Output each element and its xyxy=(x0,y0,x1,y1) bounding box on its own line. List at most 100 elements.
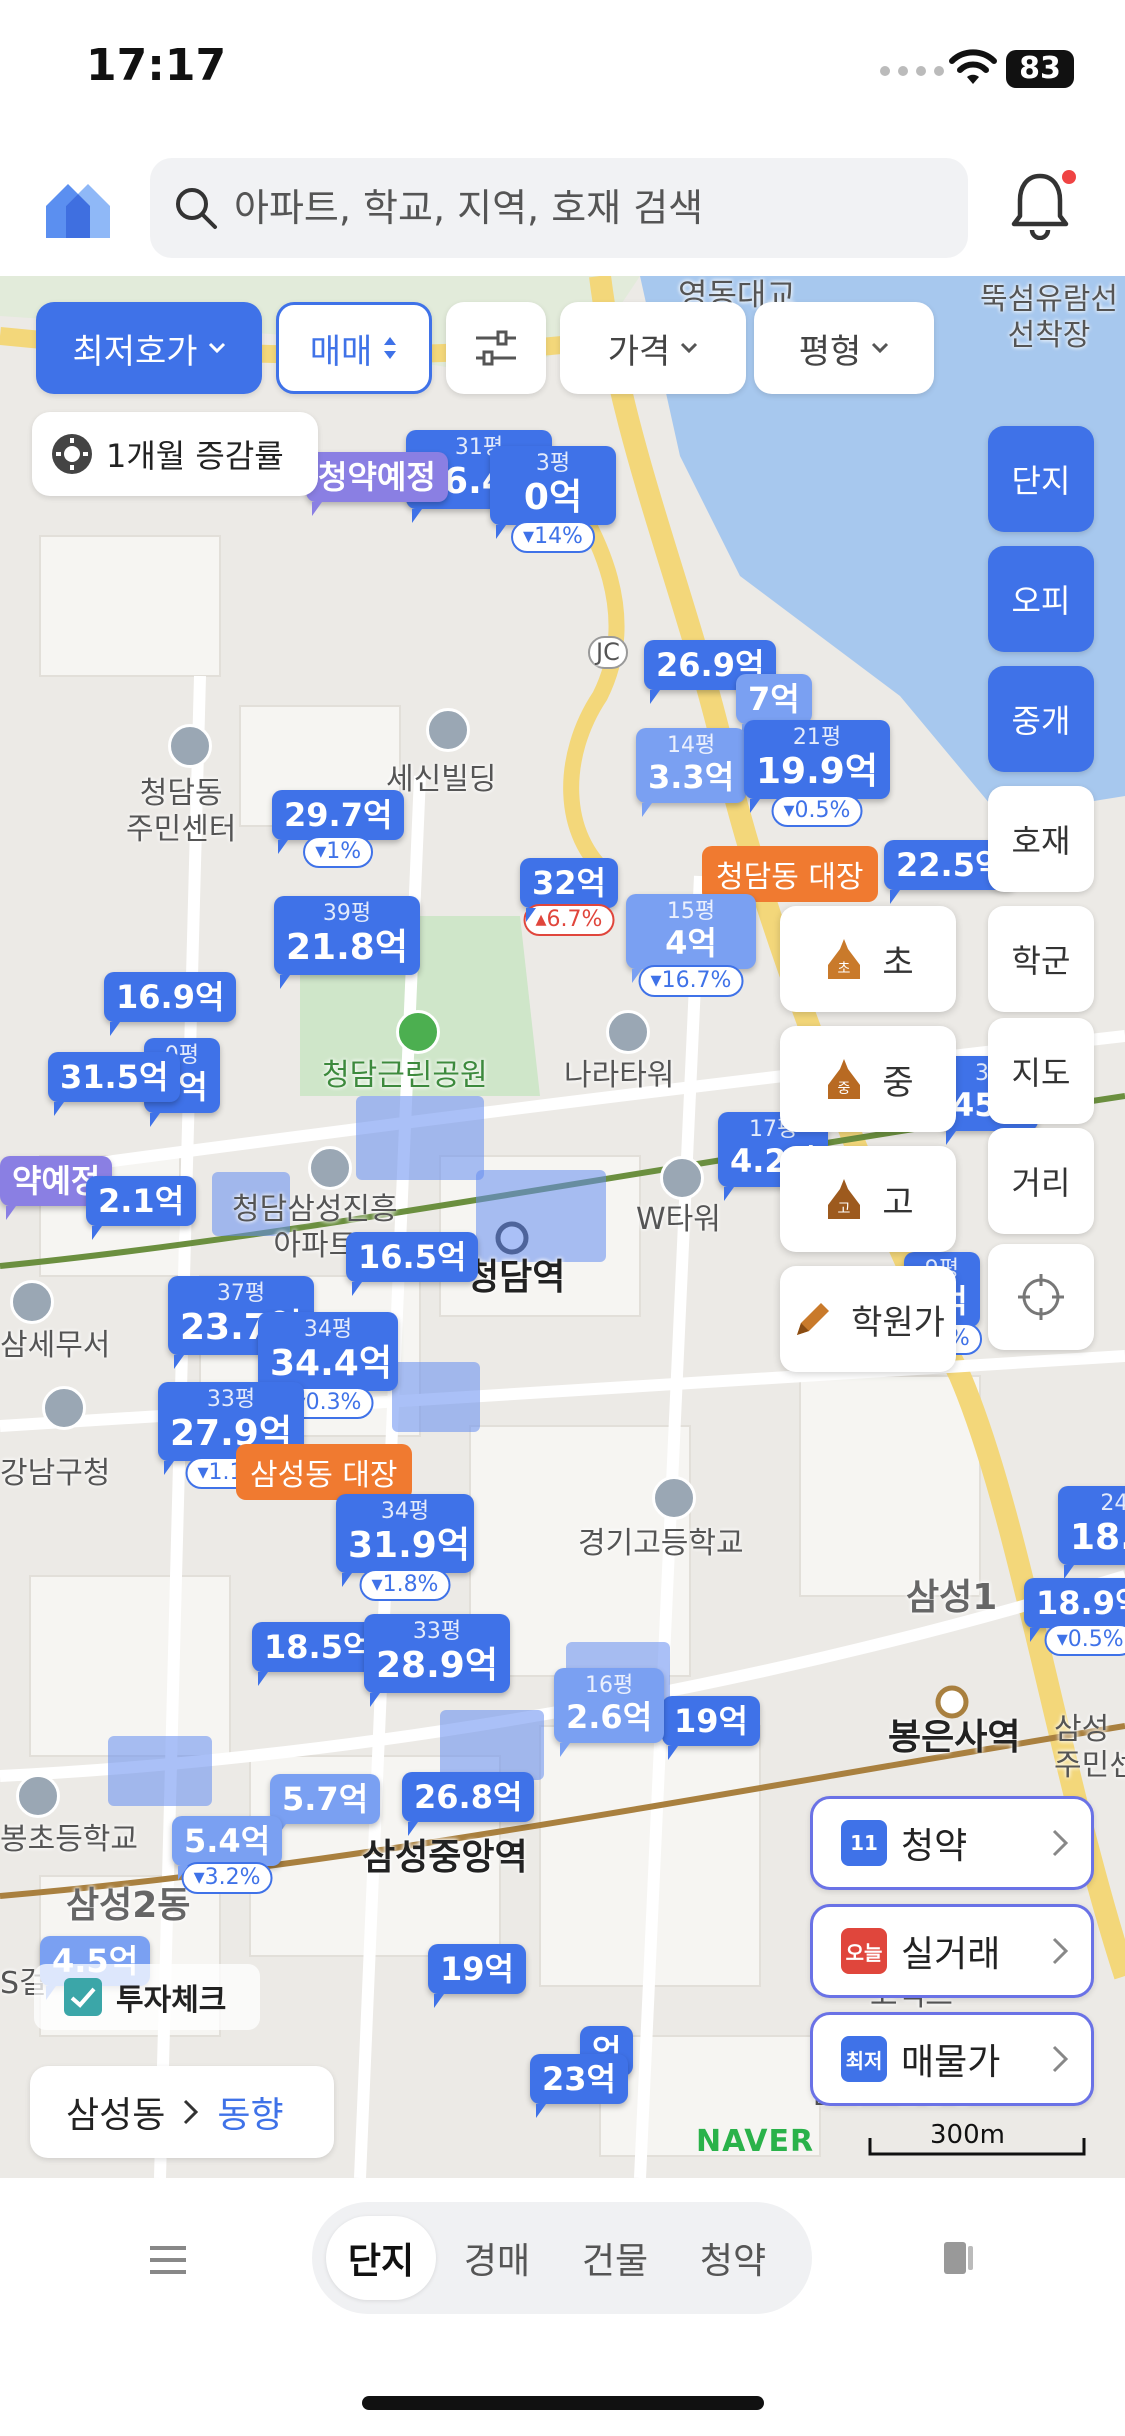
panel-toggle-icon[interactable] xyxy=(938,2238,978,2278)
subscription-card[interactable]: 11 청약 xyxy=(810,1796,1094,1890)
complex-area xyxy=(440,1710,544,1780)
card-label: 실거래 xyxy=(901,1934,1001,1975)
trade-type-filter[interactable]: 매매 xyxy=(276,302,432,394)
building-icon xyxy=(426,708,470,752)
bottom-navigation: 단지 경매 건물 청약 xyxy=(0,2178,1125,2436)
map-view[interactable]: 영동대교 뚝섬유람선 선착장 JC 청담동 주민센터 세신빌딩 청담근린공원 나라타… xyxy=(0,276,1125,2178)
academy-street-button[interactable]: 학원가 xyxy=(780,1266,956,1372)
chevron-right-icon xyxy=(1052,1937,1069,1965)
price-marker[interactable]: 14평 3.3억 xyxy=(636,728,747,817)
park-icon xyxy=(396,1010,440,1054)
tab-subscription[interactable]: 청약 xyxy=(678,2216,788,2300)
leader-badge-samsung[interactable]: 삼성동 대장 xyxy=(236,1444,412,1500)
lowest-price-filter[interactable]: 최저호가 xyxy=(36,302,262,394)
map-label-tax-office: 삼세무서 xyxy=(0,1328,111,1363)
marker-price: 3.3억 xyxy=(648,758,735,797)
map-label-school: 봉초등학교 xyxy=(0,1822,138,1857)
price-marker[interactable]: 33평 28.9억 xyxy=(364,1614,510,1708)
checkbox-checked-icon xyxy=(64,1978,102,2016)
tab-complex[interactable]: 단지 xyxy=(326,2216,436,2300)
price-marker[interactable]: 5.7억 xyxy=(270,1774,381,1839)
price-marker[interactable]: 19억 xyxy=(662,1696,760,1761)
community-center-icon xyxy=(168,724,212,768)
government-office-icon xyxy=(10,1280,54,1324)
price-marker[interactable]: 39평 21.8억 xyxy=(274,896,420,990)
price-marker[interactable]: 26.8억 xyxy=(402,1772,535,1837)
school-middle-button[interactable]: 중 중 xyxy=(780,1026,956,1132)
marker-price: 5.7억 xyxy=(282,1780,369,1818)
price-marker[interactable]: 15평 4억 ▾16.7% xyxy=(626,894,756,997)
tab-auction[interactable]: 경매 xyxy=(442,2216,552,2300)
real-transaction-card[interactable]: 오늘 실거래 xyxy=(810,1904,1094,1998)
price-marker[interactable]: 34평 31.9억 ▾1.8% xyxy=(336,1494,474,1602)
map-label-bongeunsa: 봉은사역 xyxy=(888,1717,1021,1758)
tab-building[interactable]: 건물 xyxy=(560,2216,670,2300)
price-marker[interactable]: 3평 0억 ▾14% xyxy=(490,446,616,554)
chevron-down-icon xyxy=(872,342,889,354)
marker-size: 21평 xyxy=(792,725,842,750)
map-label-nara: 나라타워 xyxy=(564,1058,675,1093)
price-marker[interactable]: 7억 xyxy=(736,674,812,739)
price-filter[interactable]: 가격 xyxy=(560,302,746,394)
layer-map-button[interactable]: 지도 xyxy=(988,1018,1094,1124)
home-indicator xyxy=(362,2396,764,2410)
side-btn-label: 중개 xyxy=(1011,702,1071,740)
search-bar[interactable] xyxy=(150,158,968,258)
card-label: 청약 xyxy=(901,1826,968,1867)
layer-officetel-button[interactable]: 오피 xyxy=(988,546,1094,652)
distance-button[interactable]: 거리 xyxy=(988,1128,1094,1234)
price-marker[interactable]: 32억 ▴6.7% xyxy=(520,858,618,937)
wifi-icon xyxy=(949,49,997,84)
price-marker[interactable]: 5.4억 ▾3.2% xyxy=(172,1816,283,1895)
school-icon: 고 xyxy=(828,1179,861,1219)
building-icon xyxy=(606,1010,650,1054)
marker-change: ▾0.5% xyxy=(1044,1624,1125,1657)
notification-badge xyxy=(1062,170,1076,184)
subscription-marker[interactable]: 청약예정 xyxy=(306,452,448,517)
current-location-button[interactable] xyxy=(988,1244,1094,1350)
menu-icon[interactable] xyxy=(148,2244,188,2276)
home-logo-icon[interactable] xyxy=(44,176,112,240)
card-badge: 오늘 xyxy=(845,1940,883,1965)
marker-size: 16평 xyxy=(584,1673,634,1698)
price-marker[interactable]: 16.5억 xyxy=(346,1232,479,1297)
layer-development-button[interactable]: 호재 xyxy=(988,786,1094,892)
side-btn-label: 지도 xyxy=(1011,1054,1071,1092)
price-marker[interactable]: 16.9억 xyxy=(104,972,237,1037)
school-high-button[interactable]: 고 고 xyxy=(780,1146,956,1252)
listing-price-card[interactable]: 최저 매물가 xyxy=(810,2012,1094,2106)
layer-agent-button[interactable]: 중개 xyxy=(988,666,1094,772)
search-input[interactable] xyxy=(234,158,934,258)
crosshair-icon xyxy=(1018,1274,1064,1320)
school-elementary-button[interactable]: 초 초 xyxy=(780,906,956,1012)
marker-price: 31.5억 xyxy=(60,1058,169,1096)
layer-school-district-button[interactable]: 학군 xyxy=(988,906,1094,1012)
marker-size: 15평 xyxy=(666,899,716,924)
price-marker[interactable]: 24 18.5 xyxy=(1058,1486,1125,1580)
price-marker[interactable]: 29.7억 ▾1% xyxy=(272,790,405,869)
area-trend-breadcrumb[interactable]: 삼성동 동향 xyxy=(30,2066,334,2158)
invest-check-toggle[interactable]: 투자체크 xyxy=(34,1964,260,2030)
price-marker[interactable]: 34평 34.4억 ▾0.3% xyxy=(258,1312,398,1420)
marker-size: 34평 xyxy=(380,1499,430,1524)
card-badge: 최저 xyxy=(845,2048,883,2073)
price-marker[interactable]: 31.5억 xyxy=(48,1052,181,1117)
layer-complex-button[interactable]: 단지 xyxy=(988,426,1094,532)
marker-size: 14평 xyxy=(666,733,716,758)
map-label-jc: JC xyxy=(588,636,628,669)
price-marker[interactable]: 21평 19.9억 ▾0.5% xyxy=(744,720,890,828)
lowest-badge-icon: 최저 xyxy=(841,2036,887,2082)
area-filter[interactable]: 평형 xyxy=(754,302,934,394)
price-marker[interactable]: 23억 xyxy=(530,2054,628,2119)
price-marker[interactable]: 19억 xyxy=(428,1944,526,2009)
side-btn-label: 거리 xyxy=(1011,1164,1071,1202)
marker-price: 34.4억 xyxy=(270,1343,392,1385)
battery-indicator: 83 xyxy=(1006,50,1074,88)
price-marker[interactable]: 16평 2.6억 xyxy=(554,1668,665,1757)
price-marker[interactable]: 18.9억 ▾0.5% xyxy=(1024,1578,1125,1657)
invest-check-label: 투자체크 xyxy=(116,1983,227,2018)
price-marker[interactable]: 2.1억 xyxy=(86,1176,197,1241)
advanced-filter-button[interactable] xyxy=(446,302,546,394)
rate-label: 1개월 증감률 xyxy=(106,437,284,475)
monthly-change-rate-toggle[interactable]: 1개월 증감률 xyxy=(32,412,318,496)
